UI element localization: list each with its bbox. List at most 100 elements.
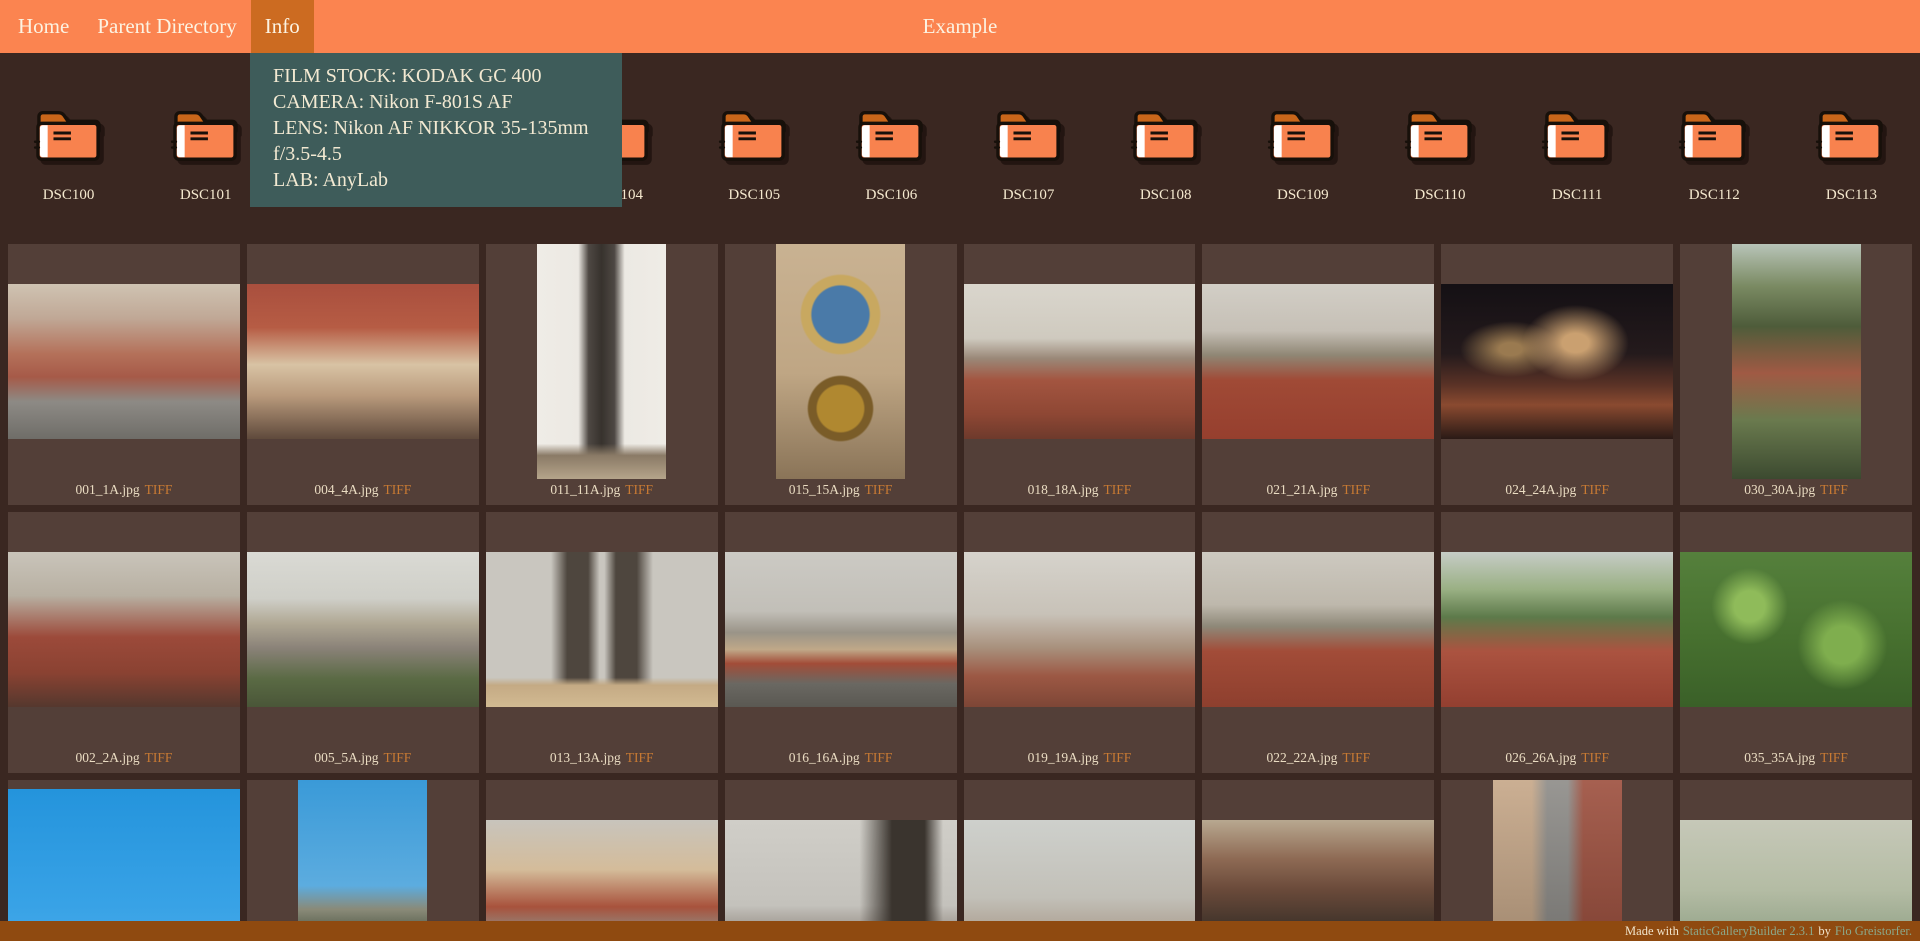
photo-thumbnail[interactable] [537,244,667,479]
photo-frame [485,780,718,941]
photo-thumbnail[interactable] [1202,284,1435,439]
photo-thumbnail[interactable] [8,552,240,707]
photo-filename: 024_24A.jpg [1505,482,1577,497]
tiff-link[interactable]: TIFF [1820,482,1848,498]
gallery-cell: 016_16A.jpg TIFF [724,512,957,773]
tiff-link[interactable]: TIFF [1103,750,1131,766]
photo-filename: 019_19A.jpg [1027,750,1099,765]
info-line-camera: CAMERA: Nikon F-801S AF [273,91,513,113]
nav-item-home[interactable]: Home [4,0,83,53]
nav-item-info[interactable]: Info [250,0,314,53]
folder-icon [33,110,101,161]
photo-thumbnail[interactable] [246,552,479,707]
photo-thumbnail[interactable] [1441,552,1674,707]
photo-thumbnail[interactable] [8,789,240,941]
photo-filename: 002_2A.jpg [75,750,140,765]
photo-frame [8,780,240,941]
tiff-link[interactable]: TIFF [145,750,173,766]
gallery-cell: 011_11A.jpg TIFF [485,244,718,505]
tiff-link[interactable]: TIFF [625,482,653,498]
photo-frame [1202,780,1435,941]
tiff-link[interactable]: TIFF [1581,750,1609,766]
photo-thumbnail[interactable] [485,552,718,707]
folder-item-dsc105[interactable]: DSC105 [686,101,823,204]
gallery-cell: 030_30A.jpg TIFF [1680,244,1912,505]
photo-filename: 013_13A.jpg [549,750,621,765]
photo-thumbnail[interactable] [1731,244,1861,479]
photo-thumbnail[interactable] [246,284,479,439]
gallery-cell: 022_22A.jpg TIFF [1202,512,1435,773]
photo-filename: 026_26A.jpg [1505,750,1577,765]
nav-item-label: Parent Directory [97,14,237,38]
photo-frame [486,244,718,479]
tiff-link[interactable]: TIFF [626,750,654,766]
folder-item-dsc110[interactable]: DSC110 [1371,101,1508,204]
folder-item-dsc106[interactable]: DSC106 [823,101,960,204]
photo-frame [8,244,240,479]
photo-thumbnail[interactable] [1680,552,1912,707]
photo-frame [1441,780,1673,941]
folder-item-dsc107[interactable]: DSC107 [960,101,1097,204]
tiff-link[interactable]: TIFF [865,482,893,498]
folder-item-dsc112[interactable]: DSC112 [1646,101,1783,204]
photo-caption: 022_22A.jpg TIFF [1202,747,1434,769]
footer-author-link[interactable]: Flo Greistorfer. [1835,924,1912,939]
tiff-link[interactable]: TIFF [145,482,173,498]
gallery-cell: 026_26A.jpg TIFF [1441,512,1674,773]
photo-thumbnail[interactable] [776,244,906,479]
info-line-lab: LAB: AnyLab [273,169,388,191]
gallery-cell: 001_1A.jpg TIFF [8,244,240,505]
photo-frame [1441,244,1674,479]
photo-thumbnail[interactable] [298,780,428,941]
nav-item-parent-directory[interactable]: Parent Directory [83,0,250,53]
tiff-link[interactable]: TIFF [1103,482,1131,498]
photo-frame [1202,244,1435,479]
gallery-page: Home Parent Directory Info Example FILM … [0,0,1920,941]
folder-item-dsc109[interactable]: DSC109 [1234,101,1371,204]
photo-thumbnail[interactable] [963,284,1196,439]
photo-filename: 005_5A.jpg [314,750,379,765]
tiff-link[interactable]: TIFF [865,750,893,766]
folder-item-dsc108[interactable]: DSC108 [1097,101,1234,204]
gallery-cell [8,780,240,941]
info-dropdown-panel: FILM STOCK: KODAK GC 400 CAMERA: Nikon F… [250,53,622,207]
photo-filename: 001_1A.jpg [75,482,140,497]
tiff-link[interactable]: TIFF [1820,750,1848,766]
photo-caption: 004_4A.jpg TIFF [247,479,479,501]
photo-thumbnail[interactable] [8,284,240,439]
folder-label: DSC110 [1414,187,1466,203]
photo-thumbnail[interactable] [724,552,957,707]
tiff-link[interactable]: TIFF [383,750,411,766]
nav-items: Home Parent Directory Info [4,0,314,53]
folder-icon [1816,110,1884,161]
folder-icon [993,110,1061,161]
folder-label: DSC112 [1688,187,1740,203]
tiff-link[interactable]: TIFF [1342,482,1370,498]
folder-icon [719,110,787,161]
nav-item-label: Home [18,14,70,38]
folder-item-dsc113[interactable]: DSC113 [1783,101,1920,204]
photo-thumbnail[interactable] [1202,552,1435,707]
folder-item-dsc111[interactable]: DSC111 [1509,101,1646,204]
photo-filename: 011_11A.jpg [550,482,621,497]
footer-made-with-text: Made with [1625,923,1679,938]
photo-caption: 026_26A.jpg TIFF [1441,747,1673,769]
gallery-cell: 015_15A.jpg TIFF [724,244,957,505]
photo-frame [724,780,957,941]
tiff-link[interactable]: TIFF [383,482,411,498]
folder-item-dsc100[interactable]: DSC100 [0,101,137,204]
gallery-cell [246,780,479,941]
photo-thumbnail[interactable] [1441,284,1674,439]
folder-icon [1130,110,1198,161]
photo-frame [963,780,1196,941]
footer-by-text: by [1818,923,1831,938]
photo-thumbnail[interactable] [963,552,1196,707]
tiff-link[interactable]: TIFF [1581,482,1609,498]
gallery-cell [1441,780,1674,941]
folder-label: DSC107 [1002,187,1055,203]
photo-caption: 013_13A.jpg TIFF [486,747,718,769]
tiff-link[interactable]: TIFF [1342,750,1370,766]
footer-builder-link[interactable]: StaticGalleryBuilder 2.3.1 [1683,924,1815,939]
folder-label: DSC106 [865,187,918,203]
photo-thumbnail[interactable] [1492,780,1622,941]
